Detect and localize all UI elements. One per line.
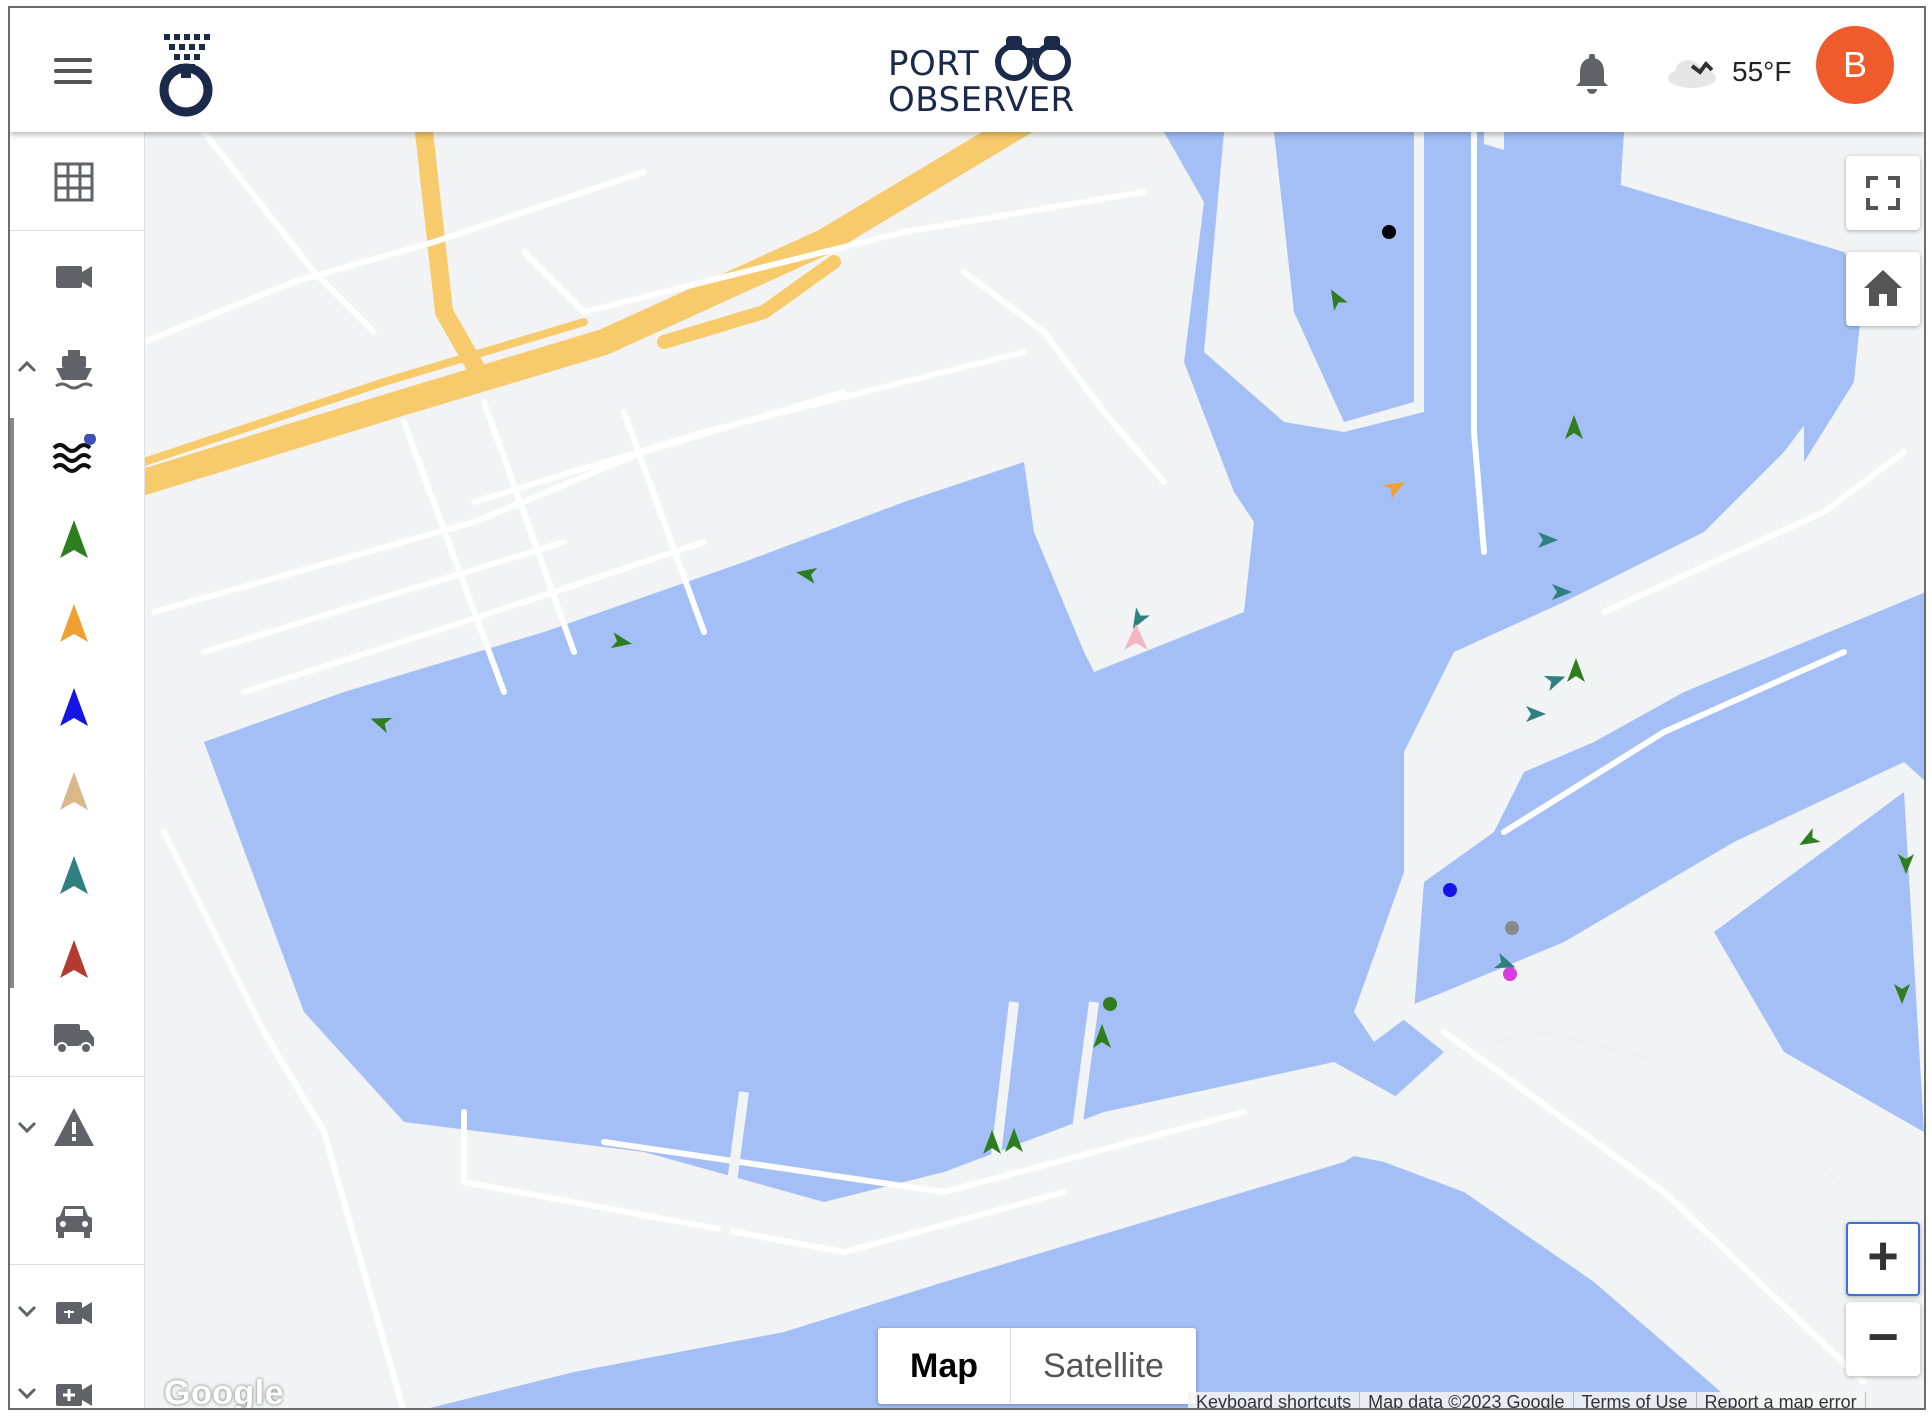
- vessel-marker[interactable]: [1894, 984, 1910, 1004]
- vessel-marker-teal-icon: [60, 856, 88, 894]
- vessel-marker[interactable]: [795, 564, 818, 584]
- vessel-dot[interactable]: [1443, 883, 1457, 897]
- vessel-layer: [368, 225, 1914, 1154]
- map-type-map-button[interactable]: Map: [878, 1328, 1011, 1404]
- vessel-marker[interactable]: [1552, 584, 1572, 600]
- sidebar-item-orange-vessels[interactable]: [10, 588, 144, 658]
- sidebar-divider: [10, 1264, 144, 1265]
- home-icon: [1864, 270, 1902, 306]
- map-attribution-bar: Keyboard shortcuts Map data ©2023 Google…: [1188, 1392, 1866, 1408]
- chevron-up-icon[interactable]: [16, 356, 38, 378]
- vessel-marker[interactable]: [983, 1130, 1001, 1154]
- vessel-dot[interactable]: [1103, 997, 1117, 1011]
- sidebar-item-camera[interactable]: [10, 240, 144, 310]
- waves-icon: [52, 434, 96, 473]
- sidebar-item-video-feeds[interactable]: [10, 1276, 144, 1346]
- vessel-marker-tan-icon: [60, 772, 88, 810]
- sidebar-item-cars[interactable]: [10, 1184, 144, 1254]
- vessel-marker-green-icon: [60, 520, 88, 558]
- sidebar-item-blue-vessels[interactable]: [10, 672, 144, 742]
- sidebar-item-alerts[interactable]: [10, 1092, 144, 1162]
- sidebar-item-tan-vessels[interactable]: [10, 756, 144, 826]
- fullscreen-button[interactable]: [1846, 156, 1920, 230]
- cloudy-weather-icon: [1668, 60, 1716, 88]
- keyboard-shortcuts-link[interactable]: Keyboard shortcuts: [1188, 1392, 1361, 1408]
- chevron-down-icon[interactable]: [16, 1116, 38, 1138]
- sidebar-item-waves[interactable]: [10, 420, 144, 490]
- vessel-marker[interactable]: [610, 632, 633, 651]
- sidebar-item-add-camera[interactable]: [10, 1358, 144, 1408]
- vessel-marker[interactable]: [1795, 828, 1821, 852]
- vessel-marker[interactable]: [1124, 624, 1148, 650]
- map-type-control: Map Satellite: [878, 1328, 1196, 1404]
- zoom-in-button[interactable]: +: [1846, 1222, 1920, 1296]
- vessel-marker[interactable]: [1324, 285, 1348, 311]
- home-button[interactable]: [1846, 252, 1920, 326]
- google-logo: Google: [164, 1374, 285, 1410]
- vessel-marker[interactable]: [1543, 669, 1568, 691]
- brand-line1: PORT: [888, 44, 980, 84]
- vessel-marker[interactable]: [1093, 1024, 1111, 1048]
- map-type-satellite-button[interactable]: Satellite: [1011, 1328, 1196, 1404]
- video-camera-icon: [56, 1302, 92, 1324]
- app-window: PORT OBSERVER 55°F B + − Map Satellite G…: [8, 6, 1926, 1410]
- brand-wordmark: PORT OBSERVER: [878, 32, 1098, 122]
- sidebar-divider: [10, 230, 144, 231]
- chevron-down-icon[interactable]: [16, 1382, 38, 1404]
- zoom-out-button[interactable]: −: [1846, 1302, 1920, 1376]
- sidebar-item-trucks[interactable]: [10, 1000, 144, 1070]
- top-bar: PORT OBSERVER 55°F B: [10, 8, 1924, 132]
- vessel-marker[interactable]: [368, 711, 393, 733]
- vessel-marker-red-icon: [60, 940, 88, 978]
- temperature-readout: 55°F: [1732, 56, 1792, 87]
- camera-icon: [56, 266, 92, 288]
- app-logo: [159, 34, 213, 117]
- grid-icon: [54, 162, 94, 202]
- sidebar-item-red-vessels[interactable]: [10, 924, 144, 994]
- user-avatar[interactable]: B: [1816, 26, 1894, 104]
- vessel-marker[interactable]: [1005, 1128, 1023, 1152]
- vessel-dot[interactable]: [1503, 967, 1517, 981]
- vessel-dot[interactable]: [1382, 225, 1396, 239]
- report-map-error-link[interactable]: Report a map error: [1697, 1392, 1866, 1408]
- brand-line2: OBSERVER: [888, 80, 1075, 120]
- layer-sidebar: [10, 132, 145, 1408]
- vessel-marker[interactable]: [1526, 706, 1546, 722]
- fullscreen-icon: [1866, 176, 1900, 210]
- chevron-down-icon[interactable]: [16, 1300, 38, 1322]
- sidebar-item-teal-vessels[interactable]: [10, 840, 144, 910]
- terms-of-use-link[interactable]: Terms of Use: [1574, 1392, 1697, 1408]
- map-data-attribution: Map data ©2023 Google: [1360, 1392, 1574, 1408]
- vessel-dot[interactable]: [1505, 921, 1519, 935]
- vessel-marker[interactable]: [1898, 854, 1914, 874]
- zoom-out-label: −: [1867, 1307, 1899, 1367]
- binoculars-icon: [995, 36, 1071, 81]
- menu-icon[interactable]: [54, 58, 92, 84]
- harbor-map[interactable]: + − Map Satellite Google Keyboard shortc…: [144, 132, 1924, 1410]
- vessel-marker-orange-icon: [60, 604, 88, 642]
- sidebar-item-vessels[interactable]: [10, 332, 144, 402]
- truck-icon: [54, 1024, 94, 1054]
- vessel-marker-blue-icon: [60, 688, 88, 726]
- notification-bell-icon[interactable]: [1572, 54, 1612, 96]
- vessel-marker[interactable]: [1538, 532, 1558, 548]
- vessel-marker[interactable]: [1565, 415, 1583, 439]
- sidebar-divider: [10, 1076, 144, 1077]
- sidebar-item-grid[interactable]: [10, 146, 144, 216]
- vessel-marker[interactable]: [1383, 475, 1408, 499]
- vessel-marker[interactable]: [1567, 658, 1585, 682]
- add-camera-icon: [56, 1384, 92, 1406]
- zoom-in-label: +: [1867, 1226, 1899, 1286]
- ship-icon: [55, 350, 93, 390]
- car-icon: [56, 1206, 92, 1238]
- warning-icon: [54, 1108, 94, 1146]
- sidebar-item-green-vessels[interactable]: [10, 504, 144, 574]
